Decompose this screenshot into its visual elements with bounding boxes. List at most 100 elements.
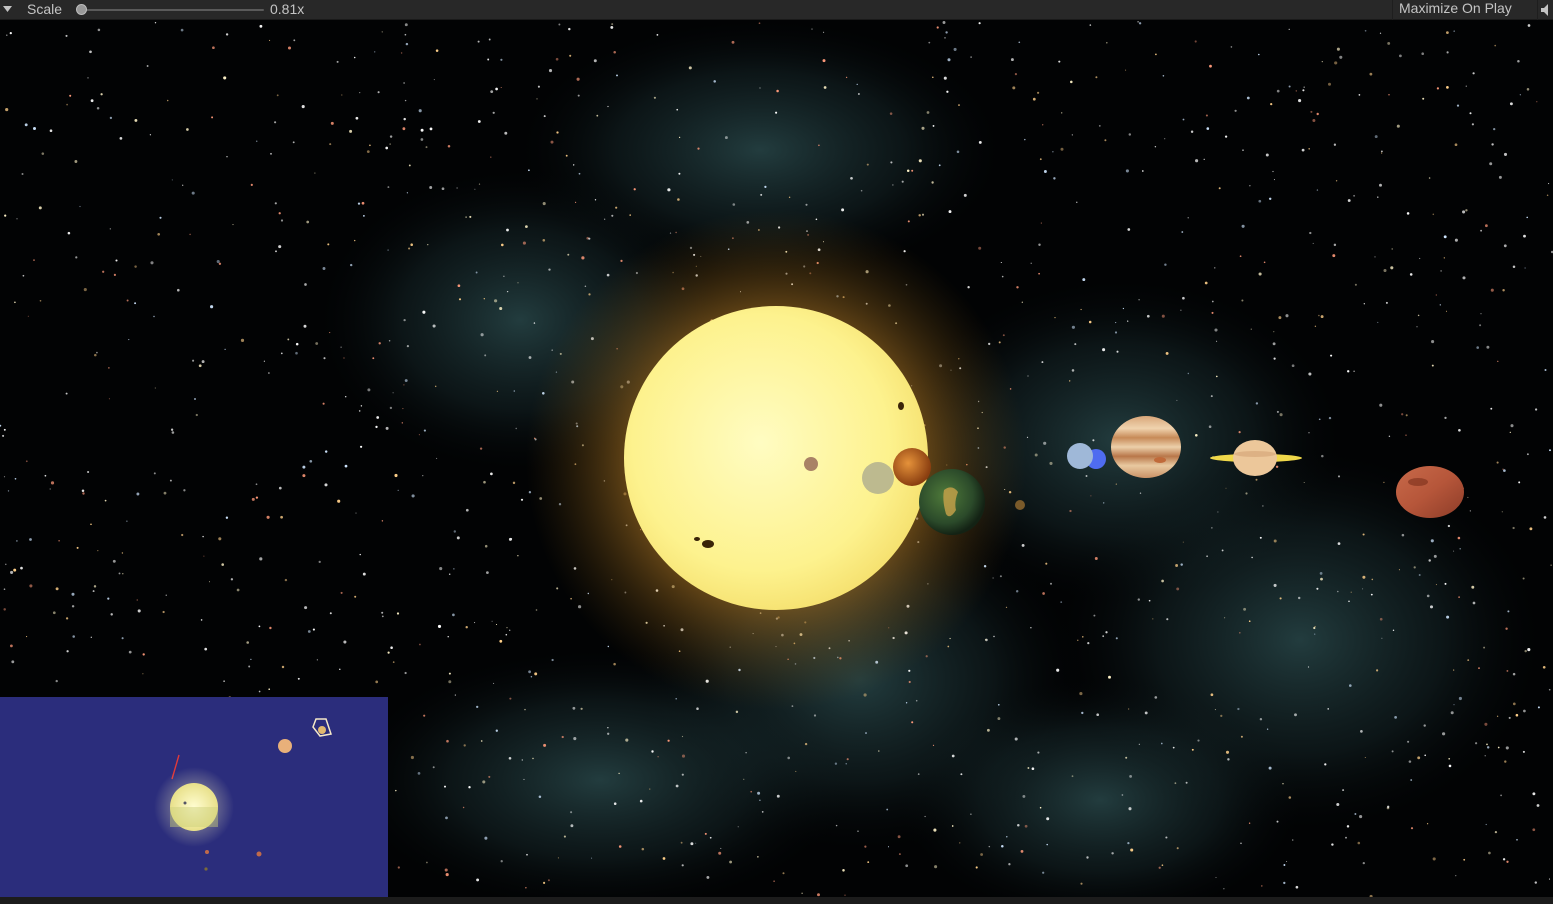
star	[1523, 709, 1526, 713]
star	[625, 738, 629, 742]
star	[387, 186, 390, 189]
star	[38, 206, 42, 210]
planet-uranus[interactable]	[1067, 443, 1093, 469]
star	[1354, 283, 1357, 286]
star	[1038, 243, 1041, 246]
star	[959, 842, 961, 844]
window-bottom-edge	[0, 897, 1553, 904]
star	[359, 91, 361, 94]
star	[997, 717, 1001, 721]
star	[1388, 435, 1391, 438]
star	[16, 540, 18, 542]
star	[729, 860, 733, 864]
star	[295, 342, 299, 346]
star	[1505, 746, 1509, 750]
star	[456, 536, 460, 540]
star	[1392, 629, 1395, 632]
star	[1381, 150, 1383, 153]
game-view[interactable]	[0, 20, 1553, 897]
sun[interactable]	[624, 306, 928, 610]
star	[251, 497, 255, 501]
star	[1527, 24, 1531, 27]
star	[134, 118, 138, 122]
star	[523, 778, 525, 780]
star	[1467, 496, 1469, 498]
star	[1210, 395, 1213, 398]
star	[359, 445, 363, 448]
star	[1088, 320, 1092, 324]
star	[570, 824, 574, 828]
star	[975, 866, 978, 869]
star	[1426, 594, 1430, 598]
planet-moon[interactable]	[862, 462, 894, 494]
star	[1418, 574, 1421, 576]
star	[1417, 314, 1420, 317]
star	[1507, 610, 1510, 613]
minimap[interactable]	[0, 697, 388, 897]
star	[1195, 159, 1199, 163]
star	[27, 315, 29, 317]
star	[1337, 475, 1341, 478]
star	[1312, 119, 1316, 122]
star	[306, 220, 310, 224]
star	[330, 121, 334, 125]
star	[74, 160, 78, 163]
star	[469, 215, 472, 218]
star	[1082, 278, 1086, 282]
star	[963, 193, 967, 197]
star	[776, 794, 780, 798]
planet-venus[interactable]	[893, 448, 931, 486]
star	[907, 220, 910, 223]
star	[96, 107, 100, 110]
star	[1337, 542, 1341, 545]
star	[1197, 739, 1200, 742]
star	[162, 610, 165, 614]
star	[593, 59, 597, 63]
star	[200, 619, 203, 621]
star	[1508, 716, 1511, 719]
star	[1128, 133, 1132, 136]
star	[248, 665, 251, 668]
star	[500, 87, 502, 88]
star	[418, 109, 422, 113]
planet-mars[interactable]	[1396, 466, 1464, 518]
star	[897, 835, 901, 839]
star	[1141, 170, 1144, 172]
star	[1155, 53, 1157, 56]
star	[639, 799, 643, 803]
star	[604, 218, 606, 220]
star	[1265, 153, 1269, 157]
star	[811, 28, 813, 30]
star	[956, 150, 960, 154]
star	[377, 91, 380, 94]
star	[223, 680, 225, 682]
star	[1016, 286, 1019, 289]
scale-slider[interactable]	[76, 3, 264, 17]
star	[921, 213, 925, 216]
star	[1270, 102, 1273, 106]
star	[1024, 138, 1026, 141]
star	[302, 465, 306, 469]
star	[548, 69, 553, 73]
star	[984, 638, 987, 641]
maximize-on-play-toggle[interactable]: Maximize On Play	[1392, 0, 1534, 20]
star	[841, 208, 845, 212]
star	[499, 639, 503, 643]
star	[563, 835, 566, 838]
star	[1076, 201, 1078, 203]
asteroid[interactable]	[1015, 500, 1025, 510]
planet-mercury[interactable]	[804, 457, 818, 471]
star	[454, 694, 456, 696]
scale-label: Scale	[27, 1, 63, 17]
planet-jupiter[interactable]	[1111, 416, 1181, 478]
star	[572, 706, 576, 710]
scale-slider-thumb[interactable]	[76, 4, 87, 15]
star	[495, 729, 498, 732]
star	[594, 199, 597, 201]
star	[329, 143, 332, 146]
star	[526, 853, 528, 856]
mute-audio-button[interactable]	[1537, 0, 1553, 20]
star	[823, 31, 825, 33]
toolbar-menu-button[interactable]	[0, 0, 16, 20]
star	[1030, 627, 1032, 629]
